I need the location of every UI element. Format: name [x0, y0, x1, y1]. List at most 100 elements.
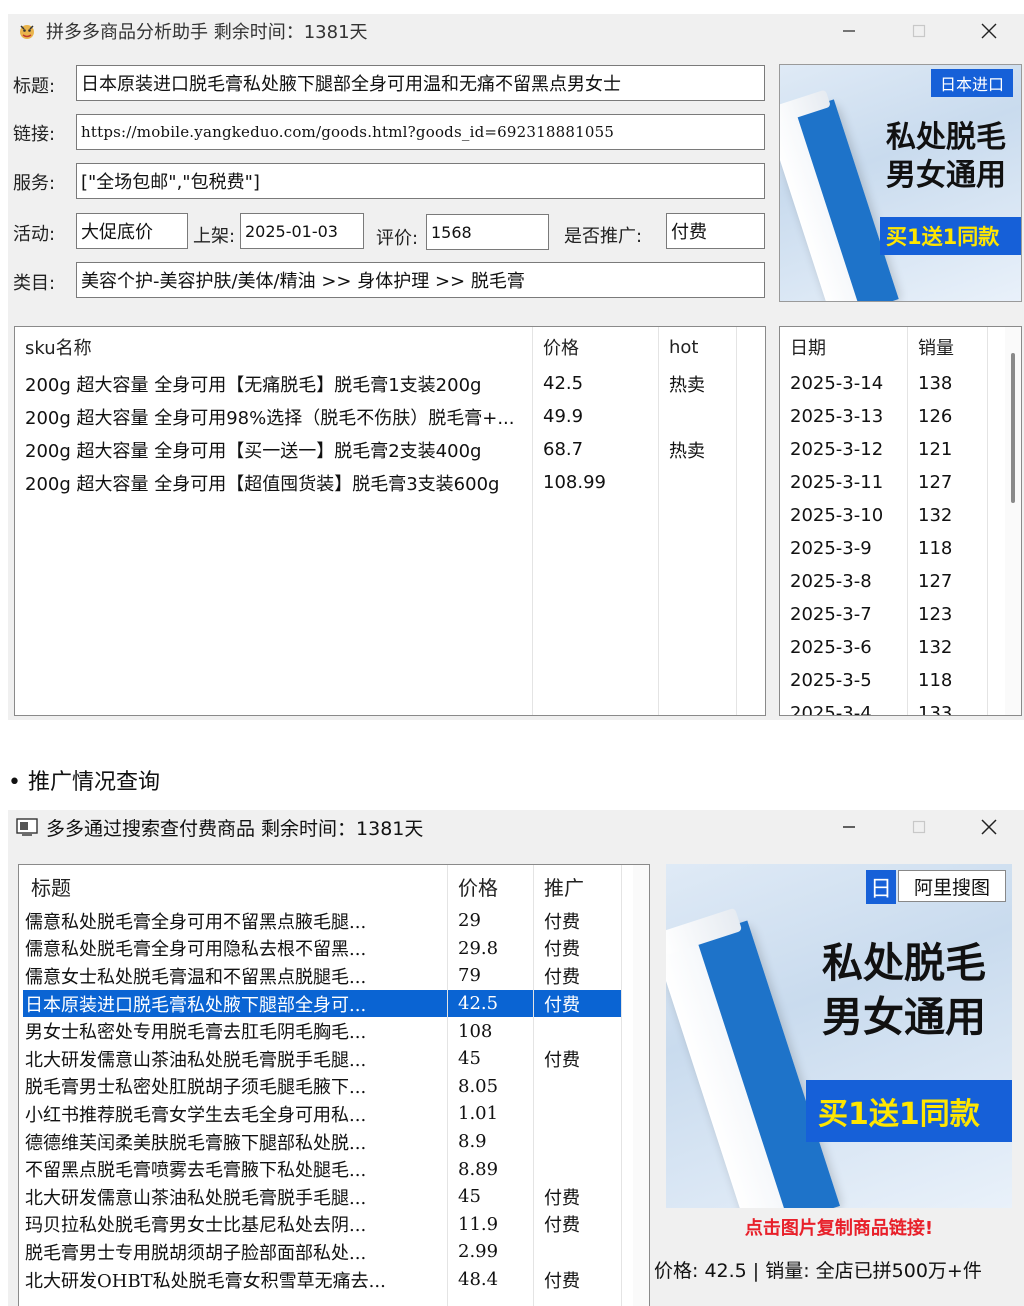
table-row[interactable]: 玛贝拉私处脱毛膏男女士比基尼私处去阴... 11.9 付费	[23, 1211, 621, 1239]
column-header-hot[interactable]: hot	[659, 337, 737, 358]
sales-table-header: 日期 销量	[780, 327, 1021, 367]
title-label: 标题:	[13, 76, 56, 97]
table-row[interactable]: 北大研发OHBT私处脱毛膏女积雪草无痛去... 48.4 付费	[23, 1266, 621, 1294]
table-row[interactable]: 不留黑点脱毛膏喷雾去毛膏腋下私处腿毛... 8.89	[23, 1155, 621, 1183]
sales-date: 2025-3-12	[790, 439, 884, 460]
table-row[interactable]: 2025-3-13 126	[780, 400, 1021, 433]
sku-table[interactable]: sku名称 价格 hot 200g 超大容量 全身可用【无痛脱毛】脱毛膏1支装2…	[14, 326, 766, 716]
table-row[interactable]: 2025-3-14 138	[780, 367, 1021, 400]
minimize-icon	[843, 30, 855, 32]
promo-offer-bar: 买1送1同款	[806, 1080, 1012, 1142]
table-row[interactable]: 2025-3-10 132	[780, 499, 1021, 532]
sku-price: 42.5	[543, 373, 584, 394]
sku-hot: 热卖	[669, 440, 705, 462]
column-header-title[interactable]: 标题	[19, 872, 448, 901]
titlebar: 拼多多商品分析助手 剩余时间：1381天	[8, 14, 1024, 48]
sales-date: 2025-3-13	[790, 406, 884, 427]
product-title: 儒意私处脱毛膏全身可用不留黑点腋毛腿...	[25, 911, 367, 933]
table-row[interactable]: 德德维芙闰柔美肤脱毛膏腋下腿部私处脱... 8.9	[23, 1128, 621, 1156]
product-title: 德德维芙闰柔美肤脱毛膏腋下腿部私处脱...	[25, 1132, 367, 1154]
column-header-price[interactable]: 价格	[448, 872, 534, 901]
product-title: 北大研发OHBT私处脱毛膏女积雪草无痛去...	[25, 1270, 386, 1292]
table-row[interactable]: 2025-3-12 121	[780, 433, 1021, 466]
product-price: 2.99	[458, 1241, 499, 1263]
paid-table-scrollbar[interactable]	[633, 865, 649, 1306]
product-price: 8.89	[458, 1158, 499, 1180]
product-promo: 付费	[544, 1049, 580, 1071]
table-row[interactable]: 2025-3-9 118	[780, 532, 1021, 565]
table-row[interactable]: 2025-3-4 133	[780, 697, 1021, 715]
column-header-sales[interactable]: 销量	[908, 334, 988, 360]
table-row[interactable]: 2025-3-11 127	[780, 466, 1021, 499]
promo-field[interactable]: 付费	[666, 213, 765, 249]
table-row[interactable]: 儒意私处脱毛膏全身可用隐私去根不留黑... 29.8 付费	[23, 935, 621, 963]
column-header-date[interactable]: 日期	[780, 334, 908, 360]
product-image[interactable]: 日 阿里搜图 私处脱毛 男女通用 买1送1同款	[666, 864, 1012, 1208]
product-price: 79	[458, 965, 481, 987]
product-image[interactable]: 日本进口 私处脱毛 男女通用 买1送1同款	[779, 64, 1022, 302]
review-count-field[interactable]: 1568	[426, 214, 549, 250]
price-sales-status: 价格: 42.5 | 销量: 全店已拼500万+件	[654, 1260, 982, 1282]
table-row[interactable]: 北大研发儒意山茶油私处脱毛膏脱手毛腿... 45 付费	[23, 1183, 621, 1211]
paid-products-table[interactable]: 标题 价格 推广 儒意私处脱毛膏全身可用不留黑点腋毛腿... 29 付费 儒意私处脱毛…	[18, 864, 650, 1306]
product-promo: 付费	[544, 994, 580, 1016]
product-title: 日本原装进口脱毛膏私处腋下腿部全身可...	[25, 994, 367, 1016]
promo-line-1: 私处脱毛	[886, 120, 1006, 155]
product-tube	[780, 89, 899, 301]
product-title: 玛贝拉私处脱毛膏男女士比基尼私处去阴...	[25, 1215, 367, 1237]
table-row[interactable]: 小红书推荐脱毛膏女学生去毛全身可用私... 1.01	[23, 1100, 621, 1128]
promo-line-1: 私处脱毛	[822, 939, 986, 987]
close-icon	[981, 23, 997, 39]
table-row[interactable]: 2025-3-5 118	[780, 664, 1021, 697]
sku-name: 200g 超大容量 全身可用【无痛脱毛】脱毛膏1支装200g	[25, 374, 482, 396]
table-row[interactable]: 200g 超大容量 全身可用98%选择（脱毛不伤肤）脱毛膏+... 49.9	[15, 400, 765, 433]
origin-badge: 日	[866, 870, 896, 904]
sales-scrollbar[interactable]	[1005, 327, 1021, 715]
minimize-icon	[843, 826, 855, 828]
sales-count: 121	[918, 439, 953, 460]
sales-count: 118	[918, 670, 953, 691]
sales-date: 2025-3-14	[790, 373, 884, 394]
column-header-price[interactable]: 价格	[533, 334, 659, 360]
close-button[interactable]	[954, 810, 1024, 844]
sales-table[interactable]: 日期 销量 2025-3-14 138 2025-3-13 126 2025-3-1…	[779, 326, 1022, 716]
table-row[interactable]: 儒意女士私处脱毛膏温和不留黑点脱腿毛... 79 付费	[23, 962, 621, 990]
scroll-thumb[interactable]	[1011, 353, 1015, 503]
sku-name: 200g 超大容量 全身可用【超值囤货装】脱毛膏3支装600g	[25, 473, 500, 495]
activity-field[interactable]: 大促底价	[76, 213, 188, 249]
service-field[interactable]: ["全场包邮","包税费"]	[76, 163, 765, 199]
link-field[interactable]: https://mobile.yangkeduo.com/goods.html?…	[76, 114, 765, 150]
table-row[interactable]: 200g 超大容量 全身可用【超值囤货装】脱毛膏3支装600g 108.99	[15, 466, 765, 499]
paid-table-header: 标题 价格 推广	[19, 865, 649, 907]
close-button[interactable]	[954, 14, 1024, 48]
title-field[interactable]: 日本原装进口脱毛膏私处腋下腿部全身可用温和无痛不留黑点男女士	[76, 65, 765, 101]
maximize-icon	[912, 820, 926, 834]
column-header-sku-name[interactable]: sku名称	[15, 334, 533, 360]
maximize-button[interactable]	[884, 14, 954, 48]
table-row[interactable]: 200g 超大容量 全身可用【买一送一】脱毛膏2支装400g 68.7 热卖	[15, 433, 765, 466]
table-row[interactable]: 脱毛膏男士私密处肛脱胡子须毛腿毛腋下... 8.05	[23, 1073, 621, 1101]
table-row[interactable]: 2025-3-8 127	[780, 565, 1021, 598]
table-row[interactable]: 2025-3-7 123	[780, 598, 1021, 631]
sales-date: 2025-3-7	[790, 604, 872, 625]
table-row[interactable]: 2025-3-6 132	[780, 631, 1021, 664]
minimize-button[interactable]	[814, 810, 884, 844]
listed-date-field[interactable]: 2025-01-03	[240, 213, 364, 249]
column-header-promo[interactable]: 推广	[534, 872, 622, 901]
minimize-button[interactable]	[814, 14, 884, 48]
table-row[interactable]: 北大研发儒意山茶油私处脱毛膏脱手毛腿... 45 付费	[23, 1045, 621, 1073]
ali-image-search-button[interactable]: 阿里搜图	[898, 870, 1006, 902]
table-row[interactable]: 儒意私处脱毛膏全身可用不留黑点腋毛腿... 29 付费	[23, 907, 621, 935]
sales-count: 138	[918, 373, 953, 394]
promo-label: 是否推广:	[564, 226, 643, 247]
table-row[interactable]: 脱毛膏男士专用脱胡须胡子脸部面部私处... 2.99	[23, 1238, 621, 1266]
product-promo: 付费	[544, 1187, 580, 1209]
category-field[interactable]: 美容个护-美容护肤/美体/精油 >> 身体护理 >> 脱毛膏	[76, 262, 765, 298]
promo-line-2: 男女通用	[822, 993, 986, 1041]
table-row-selected[interactable]: 日本原装进口脱毛膏私处腋下腿部全身可... 42.5 付费	[23, 989, 621, 1018]
table-row[interactable]: 200g 超大容量 全身可用【无痛脱毛】脱毛膏1支装200g 42.5 热卖	[15, 367, 765, 400]
promo-line-2: 男女通用	[886, 158, 1006, 193]
table-row[interactable]: 男女士私密处专用脱毛膏去肛毛阴毛胸毛... 108	[23, 1017, 621, 1045]
maximize-button[interactable]	[884, 810, 954, 844]
product-title: 北大研发儒意山茶油私处脱毛膏脱手毛腿...	[25, 1049, 367, 1071]
